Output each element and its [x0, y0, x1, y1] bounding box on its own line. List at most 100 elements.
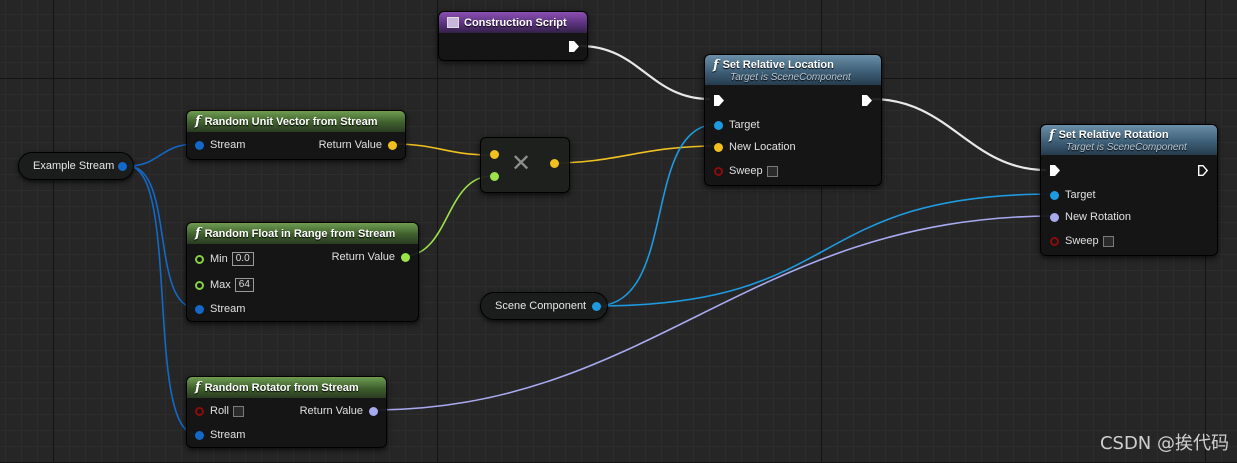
- max-input-pin[interactable]: Max 64: [195, 278, 254, 292]
- new-location-input-pin[interactable]: New Location: [714, 141, 802, 153]
- exec-wire: [579, 44, 711, 101]
- pin-label: Target: [729, 119, 760, 131]
- min-input-pin[interactable]: Min 0.0: [195, 252, 254, 266]
- exec-pin-icon: [714, 95, 724, 106]
- sweep-input-pin[interactable]: Sweep: [714, 165, 778, 177]
- scene-component-variable-node[interactable]: Scene Component: [480, 292, 608, 320]
- pin-label: Return Value: [331, 251, 395, 263]
- exec-in-pin[interactable]: [714, 95, 724, 106]
- stream-input-pin[interactable]: Stream: [195, 429, 251, 441]
- node-header: f Random Rotator from Stream: [187, 377, 386, 398]
- struct-pin-icon: [195, 304, 204, 314]
- exec-out-pin[interactable]: [1198, 165, 1208, 176]
- exec-pin-icon: [1198, 165, 1208, 176]
- roll-input-pin[interactable]: Roll: [195, 405, 244, 417]
- pin-label: Sweep: [729, 165, 763, 177]
- pin-label: Sweep: [1065, 235, 1099, 247]
- bool-pin-icon: [714, 166, 723, 176]
- set-relative-rotation-node[interactable]: f Set Relative Rotation Target is SceneCo…: [1040, 124, 1218, 256]
- construction-script-node[interactable]: Construction Script: [438, 11, 588, 61]
- pin-label: Min: [210, 253, 228, 265]
- multiply-input-b-pin[interactable]: [490, 172, 499, 181]
- vector-wire: [551, 145, 719, 164]
- float-pin-icon: [195, 280, 204, 290]
- exec-pin-icon: [862, 95, 872, 106]
- object-pin-icon[interactable]: [592, 301, 601, 311]
- node-header: f Set Relative Location Target is SceneCo…: [705, 55, 881, 85]
- object-wire: [595, 193, 1055, 307]
- function-icon: f: [1049, 127, 1055, 143]
- variable-label: Scene Component: [495, 300, 587, 312]
- target-input-pin[interactable]: Target: [714, 119, 766, 131]
- example-stream-variable-node[interactable]: Example Stream: [18, 152, 134, 180]
- function-icon: f: [195, 380, 201, 395]
- node-subtitle: Target is SceneComponent: [1066, 141, 1187, 153]
- stream-input-pin[interactable]: Stream: [195, 139, 251, 151]
- target-input-pin[interactable]: Target: [1050, 189, 1102, 201]
- return-value-pin[interactable]: Return Value: [313, 139, 397, 151]
- new-rotation-input-pin[interactable]: New Rotation: [1050, 211, 1137, 223]
- float-pin-icon: [195, 254, 204, 264]
- rotator-wire: [371, 215, 1055, 411]
- rotator-pin-icon: [1050, 212, 1059, 222]
- bool-pin-icon: [1050, 236, 1059, 246]
- return-value-pin[interactable]: Return Value: [294, 405, 378, 417]
- object-pin-icon: [714, 120, 723, 130]
- multiply-icon: ✕: [511, 149, 532, 177]
- node-subtitle: Target is SceneComponent: [730, 71, 851, 83]
- vector-wire: [391, 143, 493, 156]
- node-title: Random Rotator from Stream: [204, 381, 359, 394]
- pin-label: Max: [210, 279, 231, 291]
- sweep-checkbox[interactable]: [1102, 235, 1114, 247]
- multiply-output-pin[interactable]: [550, 159, 559, 168]
- pin-label: Stream: [210, 429, 246, 441]
- struct-pin-icon: [195, 430, 204, 440]
- vector-pin-icon: [550, 159, 559, 168]
- random-rotator-node[interactable]: f Random Rotator from Stream Roll Stream…: [186, 376, 387, 448]
- stream-input-pin[interactable]: Stream: [195, 303, 251, 315]
- vector-pin-icon: [490, 150, 499, 159]
- bool-pin-icon: [195, 406, 204, 416]
- roll-checkbox[interactable]: [232, 405, 244, 417]
- function-icon: f: [713, 57, 719, 73]
- node-title: Random Unit Vector from Stream: [204, 115, 378, 128]
- node-title: Set Relative Rotation: [1058, 129, 1169, 141]
- pin-label: Stream: [210, 139, 246, 151]
- multiply-node[interactable]: ✕: [480, 137, 570, 193]
- node-header: f Set Relative Rotation Target is SceneCo…: [1041, 125, 1217, 155]
- pin-label: Return Value: [299, 405, 363, 417]
- sweep-input-pin[interactable]: Sweep: [1050, 235, 1114, 247]
- function-icon: f: [195, 226, 201, 241]
- pin-label: Return Value: [318, 139, 382, 151]
- pin-label: Target: [1065, 189, 1096, 201]
- vector-pin-icon: [388, 140, 397, 150]
- node-title: Random Float in Range from Stream: [204, 227, 396, 240]
- max-value-field[interactable]: 64: [234, 278, 254, 292]
- node-header: f Random Float in Range from Stream: [187, 223, 418, 244]
- min-value-field[interactable]: 0.0: [231, 252, 254, 266]
- multiply-input-a-pin[interactable]: [490, 150, 499, 159]
- random-unit-vector-node[interactable]: f Random Unit Vector from Stream Stream …: [186, 110, 406, 160]
- variable-label: Example Stream: [33, 160, 115, 172]
- node-header: f Random Unit Vector from Stream: [187, 111, 405, 132]
- exec-in-pin[interactable]: [1050, 165, 1060, 176]
- exec-out-pin[interactable]: [862, 95, 872, 106]
- exec-wire: [871, 97, 1047, 172]
- sweep-checkbox[interactable]: [766, 165, 778, 177]
- set-relative-location-node[interactable]: f Set Relative Location Target is SceneCo…: [704, 54, 882, 186]
- return-value-pin[interactable]: Return Value: [326, 251, 410, 263]
- pin-label: New Location: [729, 141, 796, 153]
- exec-pin-icon: [1050, 165, 1060, 176]
- object-wire: [595, 123, 719, 307]
- blueprint-graph[interactable]: Construction Script f Random Unit Vector…: [0, 0, 1237, 463]
- pin-label: New Rotation: [1065, 211, 1132, 223]
- exec-pin-icon: [569, 41, 579, 52]
- object-pin-icon: [1050, 190, 1059, 200]
- node-header: Construction Script: [439, 12, 587, 33]
- struct-pin-icon[interactable]: [118, 161, 127, 171]
- random-float-node[interactable]: f Random Float in Range from Stream Min …: [186, 222, 419, 322]
- pin-label: Stream: [210, 303, 246, 315]
- exec-out-pin[interactable]: [569, 41, 579, 52]
- vector-pin-icon: [714, 142, 723, 152]
- float-pin-icon: [490, 172, 499, 181]
